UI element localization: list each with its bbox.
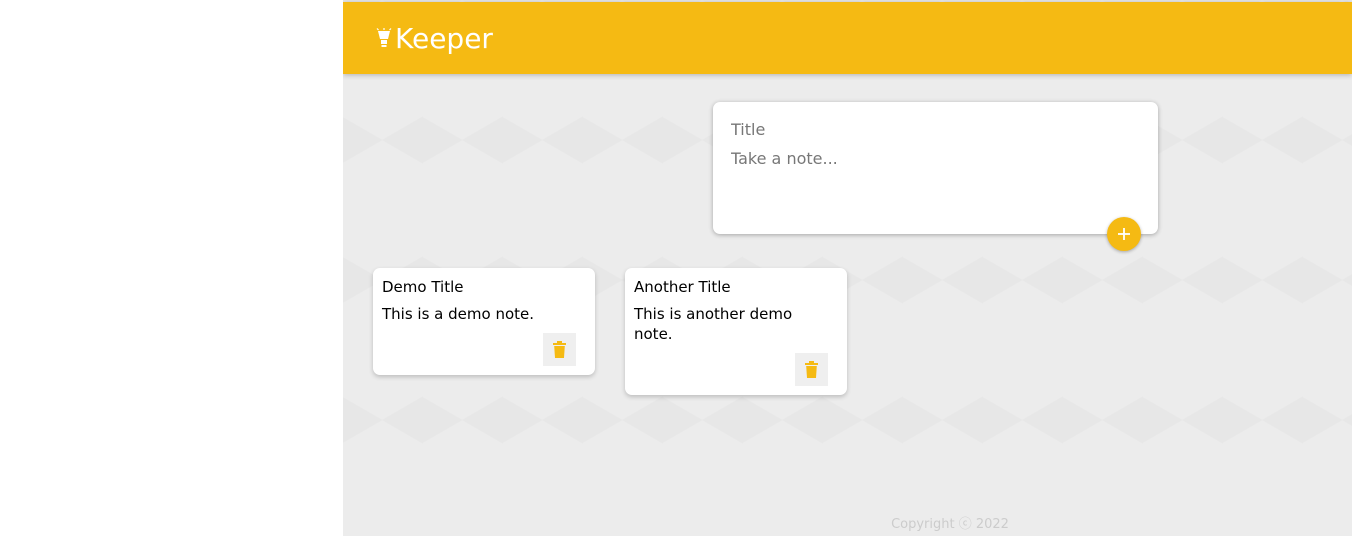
add-note-button[interactable]: [1107, 217, 1141, 251]
note-content: This is another demo note.: [634, 305, 793, 343]
copyright-text: Copyright ⓒ 2022: [891, 517, 1009, 532]
note-title-input[interactable]: [731, 120, 1131, 139]
lightbulb-icon: [376, 28, 392, 47]
app-container: Keeper Demo Title This is a demo note. A…: [343, 0, 1352, 536]
delete-note-button[interactable]: [543, 333, 576, 366]
note-title: Another Title: [634, 278, 731, 296]
app-header: Keeper: [343, 2, 1352, 74]
note-title: Demo Title: [382, 278, 464, 296]
app-title: Keeper: [395, 22, 493, 55]
note-card: Demo Title This is a demo note.: [373, 268, 595, 375]
note-card: Another Title This is another demo note.: [625, 268, 847, 395]
note-content-textarea[interactable]: [731, 149, 1131, 209]
copyright-footer: Copyright ⓒ 2022: [343, 513, 1352, 532]
plus-icon: [1118, 228, 1130, 240]
trash-icon: [553, 341, 566, 358]
delete-note-button[interactable]: [795, 353, 828, 386]
note-content: This is a demo note.: [382, 305, 534, 323]
create-note-form: [713, 102, 1158, 234]
trash-icon: [805, 361, 818, 378]
app-logo: Keeper: [375, 22, 493, 56]
